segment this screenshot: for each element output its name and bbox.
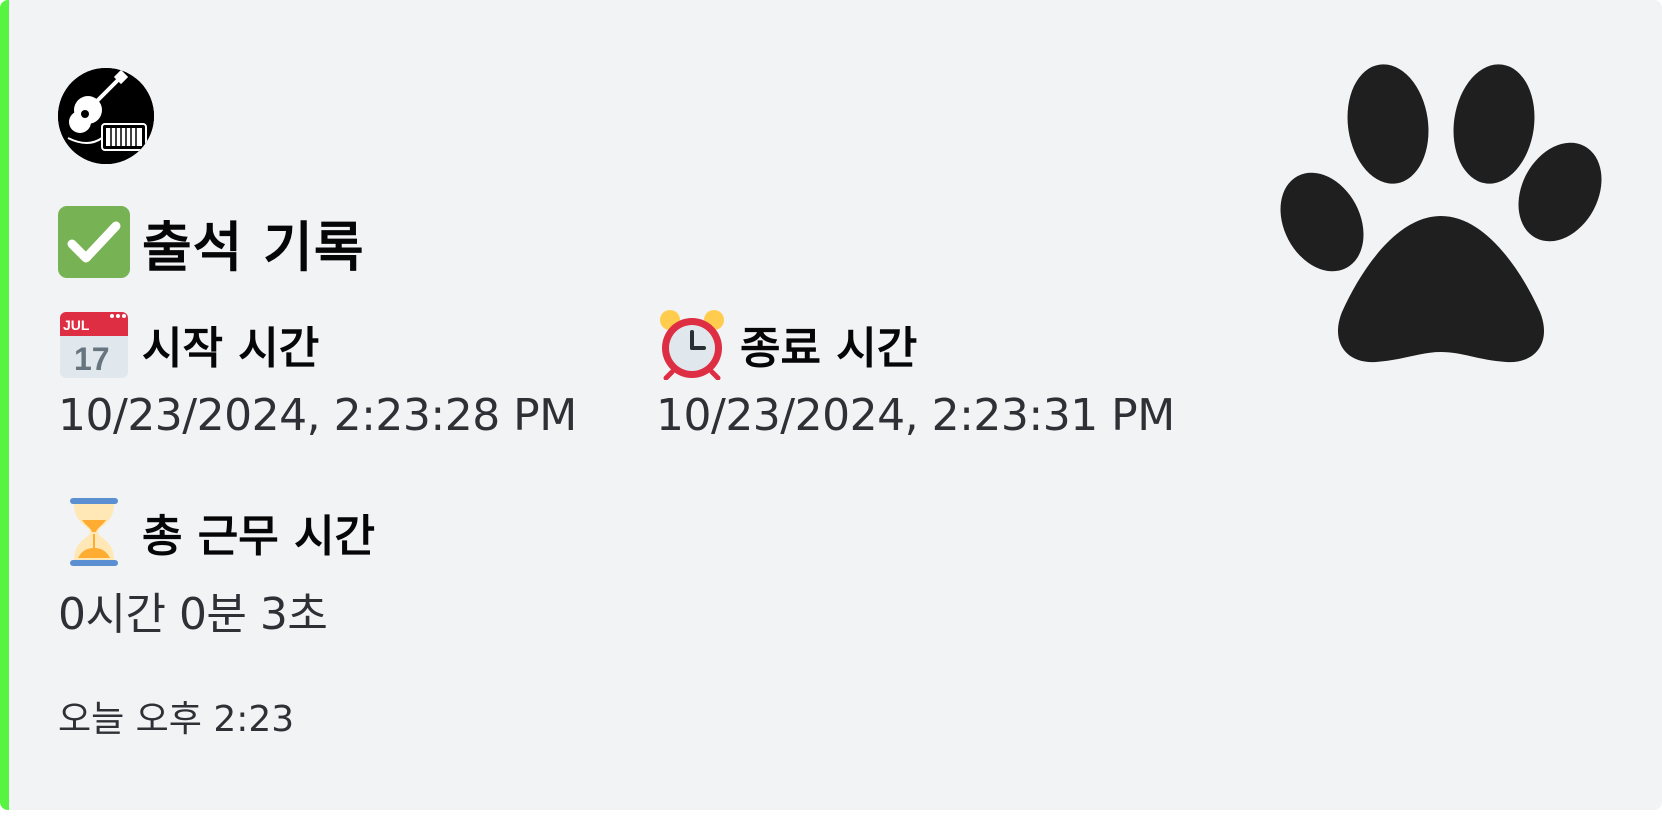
paw-print-icon: [1280, 64, 1602, 363]
check-mark-button-icon: [58, 206, 130, 278]
field-name: 종료 시간: [740, 323, 918, 374]
field-total-time: 총 근무 시간 0시간 0분 3초: [58, 496, 375, 642]
guitar-keyboard-avatar-icon: [58, 68, 154, 164]
embed-title: 출석 기록: [58, 206, 365, 279]
field-name: 총 근무 시간: [142, 511, 376, 562]
field-end-time: 종료 시간 10/23/2024, 2:23:31 PM: [656, 308, 1175, 441]
field-value: 10/23/2024, 2:23:31 PM: [656, 390, 1175, 441]
field-name-row: 총 근무 시간: [58, 496, 375, 568]
field-value: 10/23/2024, 2:23:28 PM: [58, 390, 577, 441]
calendar-month: JUL: [63, 317, 90, 333]
embed-accent-bar: [0, 0, 9, 810]
field-value: 0시간 0분 3초: [58, 589, 328, 640]
field-start-time: JUL 17 시작 시간 10/23/2024, 2:23:28 PM: [58, 308, 577, 441]
alarm-clock-icon: [656, 308, 728, 380]
embed-title-text: 출석 기록: [142, 215, 365, 279]
calendar-day: 17: [74, 341, 110, 377]
hourglass-icon: [58, 496, 130, 568]
field-name-row: JUL 17 시작 시간: [58, 308, 577, 380]
embed-thumbnail[interactable]: [1276, 62, 1606, 372]
field-name-row: 종료 시간: [656, 308, 1175, 380]
embed-footer-timestamp: 오늘 오후 2:23: [58, 699, 295, 740]
attendance-embed: 출석 기록 JUL 17 시작 시간 10/23/2024, 2:23:28 P…: [0, 0, 1662, 810]
field-name: 시작 시간: [142, 323, 320, 374]
calendar-icon: JUL 17: [58, 308, 130, 380]
author-avatar[interactable]: [58, 68, 154, 164]
